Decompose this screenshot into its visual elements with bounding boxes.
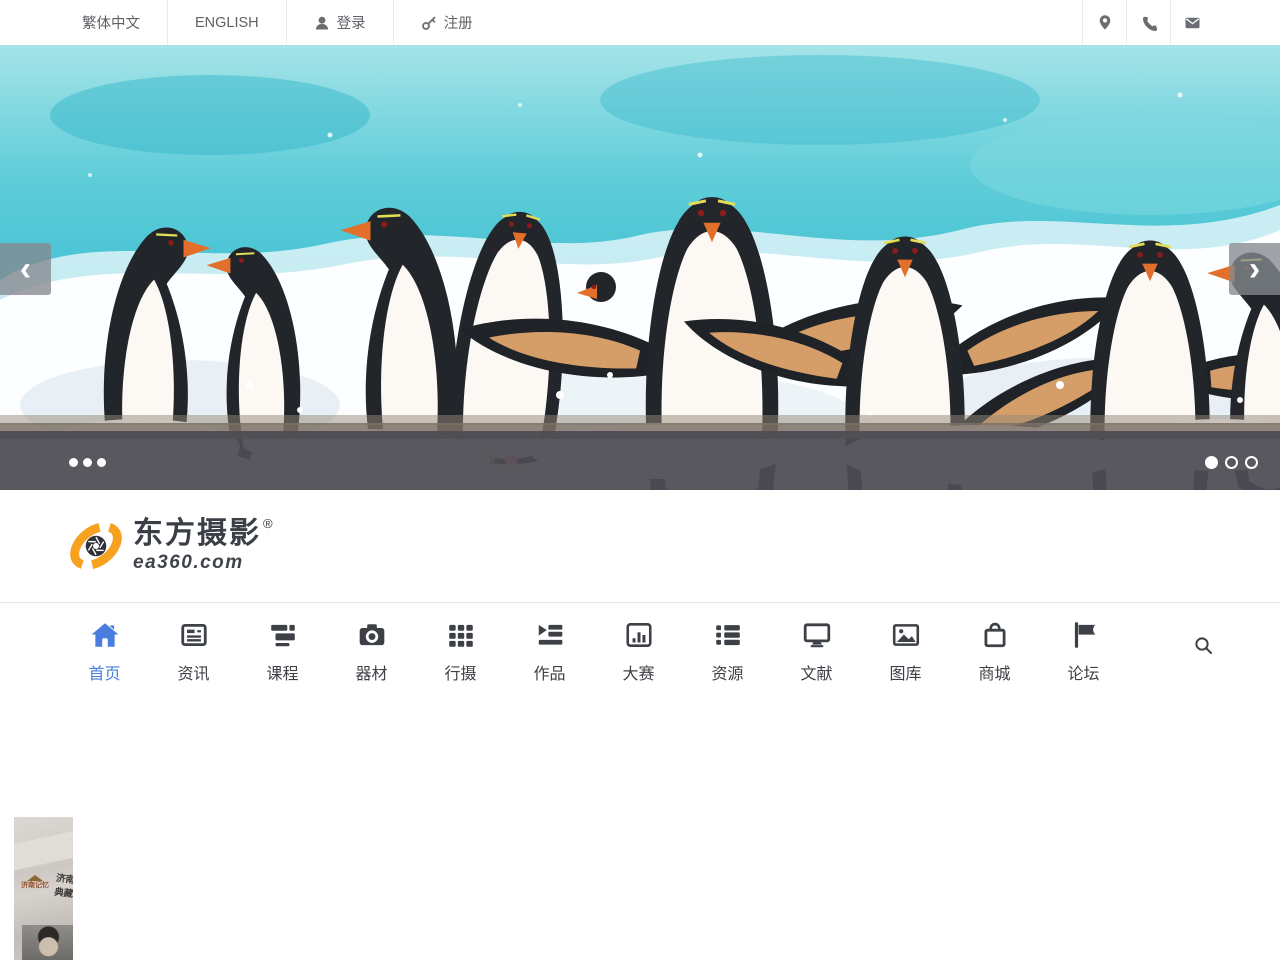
gallery-icon [891, 620, 921, 650]
carousel-pager-dot-active[interactable] [1205, 456, 1218, 469]
nav-item-travel[interactable]: 行摄 [416, 620, 505, 684]
nav-label: 资讯 [177, 660, 209, 684]
login-label: 登录 [337, 12, 366, 33]
brand-logo-icon[interactable] [68, 517, 124, 575]
top-utility-bar: 繁体中文 ENGLISH 登录 注册 [0, 0, 1280, 45]
grid-icon [446, 620, 476, 650]
nav-label: 行摄 [444, 660, 476, 684]
location-icon[interactable] [1082, 0, 1126, 45]
nav-item-resources[interactable]: 资源 [683, 620, 772, 684]
main-navigation: 首页 资讯 课程 器材 行摄 作品 大赛 资源 文献 图库 商城 [0, 603, 1280, 700]
resources-icon [713, 620, 743, 650]
brand-logo-text[interactable]: 东方摄影 ® ea360.com [133, 518, 273, 574]
nav-item-works[interactable]: 作品 [505, 620, 594, 684]
contest-icon [624, 620, 654, 650]
book-title-text: 济南 典藏 [53, 872, 73, 903]
carousel-pager-dot[interactable] [1225, 456, 1238, 469]
main-content-area: 济南记忆 济南 典藏 [0, 700, 1280, 960]
key-icon [421, 15, 437, 31]
courses-icon [268, 620, 298, 650]
lang-traditional-label: 繁体中文 [82, 12, 140, 33]
carousel-dot[interactable] [83, 458, 92, 467]
chevron-left-icon: ‹ [20, 252, 31, 286]
monitor-icon [802, 620, 832, 650]
book-cover-thumbnail[interactable]: 济南记忆 济南 典藏 [14, 817, 73, 960]
carousel-bottom-bar [0, 431, 1280, 490]
book-portrait-photo [22, 925, 73, 960]
lang-english-label: ENGLISH [195, 15, 259, 31]
lang-english-link[interactable]: ENGLISH [168, 0, 287, 45]
carousel-pager-dots [1205, 456, 1258, 469]
nav-label: 作品 [533, 660, 565, 684]
brand-domain: ea360.com [133, 552, 273, 574]
carousel-next-button[interactable]: › [1229, 243, 1280, 295]
nav-label: 商城 [978, 660, 1010, 684]
nav-item-contest[interactable]: 大赛 [594, 620, 683, 684]
nav-label: 文献 [800, 660, 832, 684]
book-cover-highlight [14, 824, 73, 872]
nav-item-home[interactable]: 首页 [60, 620, 149, 684]
nav-item-mall[interactable]: 商城 [950, 620, 1039, 684]
nav-label: 器材 [355, 660, 387, 684]
nav-item-news[interactable]: 资讯 [149, 620, 238, 684]
brand-title: 东方摄影 [133, 518, 261, 550]
topbar-right-group [1082, 0, 1214, 45]
nav-item-documents[interactable]: 文献 [772, 620, 861, 684]
book-seal: 济南记忆 [18, 875, 52, 889]
nav-label: 课程 [266, 660, 298, 684]
carousel-pager-dot[interactable] [1245, 456, 1258, 469]
carousel-left-dots [69, 458, 106, 467]
user-icon [314, 15, 330, 31]
phone-icon[interactable] [1126, 0, 1170, 45]
nav-item-gallery[interactable]: 图库 [861, 620, 950, 684]
news-icon [179, 620, 209, 650]
search-icon[interactable] [1193, 635, 1214, 661]
hero-carousel: ‹ › [0, 45, 1280, 490]
nav-label: 大赛 [622, 660, 654, 684]
nav-label: 首页 [88, 660, 120, 684]
topbar-left-group: 繁体中文 ENGLISH 登录 注册 [55, 0, 500, 45]
home-icon [90, 620, 120, 650]
works-icon [535, 620, 565, 650]
pavilion-icon [27, 875, 43, 881]
site-header: 东方摄影 ® ea360.com [0, 490, 1280, 603]
carousel-dot[interactable] [97, 458, 106, 467]
registered-mark: ® [263, 516, 273, 531]
nav-item-forum[interactable]: 论坛 [1039, 620, 1128, 684]
carousel-slide-penguins-image [0, 45, 1280, 490]
login-link[interactable]: 登录 [287, 0, 394, 45]
nav-item-equipment[interactable]: 器材 [327, 620, 416, 684]
nav-item-courses[interactable]: 课程 [238, 620, 327, 684]
carousel-dot[interactable] [69, 458, 78, 467]
carousel-prev-button[interactable]: ‹ [0, 243, 51, 295]
email-icon[interactable] [1170, 0, 1214, 45]
register-link[interactable]: 注册 [394, 0, 500, 45]
nav-label: 论坛 [1067, 660, 1099, 684]
book-title-line2: 典藏 [53, 886, 73, 902]
chevron-right-icon: › [1249, 252, 1260, 286]
nav-label: 图库 [889, 660, 921, 684]
lang-traditional-chinese-link[interactable]: 繁体中文 [55, 0, 168, 45]
flag-icon [1069, 620, 1099, 650]
register-label: 注册 [444, 12, 473, 33]
camera-icon [357, 620, 387, 650]
shopping-bag-icon [980, 620, 1010, 650]
book-seal-text: 济南记忆 [18, 882, 52, 889]
nav-label: 资源 [711, 660, 743, 684]
